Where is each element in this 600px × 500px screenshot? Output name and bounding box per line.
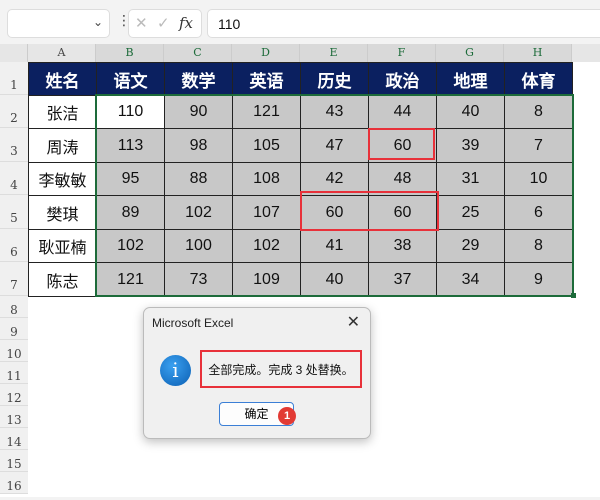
header-cell[interactable]: 英语 xyxy=(232,62,301,96)
row-header-14[interactable]: 14 xyxy=(0,428,28,450)
table-cell[interactable]: 张洁 xyxy=(28,95,97,129)
header-cell[interactable]: 语文 xyxy=(96,62,165,96)
formula-input[interactable]: 110 xyxy=(207,9,600,38)
cancel-icon[interactable]: ✕ xyxy=(135,14,148,32)
table-cell[interactable]: 41 xyxy=(300,229,369,263)
highlight-box-e5-f5 xyxy=(300,191,439,231)
table-cell[interactable]: 107 xyxy=(232,195,301,230)
table-cell[interactable]: 6 xyxy=(504,195,573,230)
table-cell[interactable]: 88 xyxy=(164,162,233,196)
dialog-message: 全部完成。完成 3 处替换。 xyxy=(200,350,362,388)
row-header-5[interactable]: 5 xyxy=(0,195,28,229)
fill-handle[interactable] xyxy=(571,293,576,298)
table-cell[interactable]: 39 xyxy=(436,128,505,163)
formula-value: 110 xyxy=(218,16,241,32)
table-cell[interactable]: 7 xyxy=(504,128,573,163)
header-cell[interactable]: 数学 xyxy=(164,62,233,96)
table-cell[interactable]: 耿亚楠 xyxy=(28,229,97,263)
header-cell[interactable]: 姓名 xyxy=(28,62,97,96)
row-header-4[interactable]: 4 xyxy=(0,162,28,195)
table-cell[interactable]: 43 xyxy=(300,95,369,129)
enter-icon[interactable]: ✓ xyxy=(157,14,170,32)
column-header-B[interactable]: B xyxy=(96,44,164,62)
row-header-13[interactable]: 13 xyxy=(0,406,28,428)
table-cell[interactable]: 98 xyxy=(164,128,233,163)
column-header-C[interactable]: C xyxy=(164,44,232,62)
table-cell[interactable]: 40 xyxy=(436,95,505,129)
step-badge: 1 xyxy=(278,407,296,425)
table-cell[interactable]: 108 xyxy=(232,162,301,196)
row-header-8[interactable]: 8 xyxy=(0,296,28,318)
table-cell[interactable]: 31 xyxy=(436,162,505,196)
row-header-12[interactable]: 12 xyxy=(0,384,28,406)
table-cell[interactable]: 34 xyxy=(436,262,505,297)
table-cell[interactable]: 100 xyxy=(164,229,233,263)
row-header-7[interactable]: 7 xyxy=(0,262,28,296)
header-cell[interactable]: 政治 xyxy=(368,62,437,96)
table-cell[interactable]: 109 xyxy=(232,262,301,297)
table-cell[interactable]: 90 xyxy=(164,95,233,129)
table-cell[interactable]: 8 xyxy=(504,95,573,129)
table-cell[interactable]: 102 xyxy=(164,195,233,230)
table-cell[interactable]: 102 xyxy=(96,229,165,263)
table-cell[interactable]: 8 xyxy=(504,229,573,263)
table-cell[interactable]: 73 xyxy=(164,262,233,297)
row-header-6[interactable]: 6 xyxy=(0,229,28,262)
table-cell[interactable]: 47 xyxy=(300,128,369,163)
table-cell[interactable]: 陈志 xyxy=(28,262,97,297)
table-cell[interactable]: 110 xyxy=(96,95,165,129)
header-cell[interactable]: 历史 xyxy=(300,62,369,96)
message-dialog: Microsoft Excel ✕ i 全部完成。完成 3 处替换。 确定 1 xyxy=(143,307,371,439)
header-cell[interactable]: 体育 xyxy=(504,62,573,96)
table-cell[interactable]: 40 xyxy=(300,262,369,297)
row-header-16[interactable]: 16 xyxy=(0,472,28,494)
close-icon[interactable]: ✕ xyxy=(347,312,360,332)
column-header-blank xyxy=(572,44,600,62)
row-header-9[interactable]: 9 xyxy=(0,318,28,340)
dialog-title: Microsoft Excel xyxy=(152,316,234,330)
highlight-box-f3 xyxy=(368,128,435,160)
row-header-2[interactable]: 2 xyxy=(0,95,28,128)
name-box[interactable]: ⌄ xyxy=(7,9,110,38)
formula-buttons: ✕ ✓ fx xyxy=(128,9,202,38)
table-cell[interactable]: 38 xyxy=(368,229,437,263)
row-header-15[interactable]: 15 xyxy=(0,450,28,472)
table-cell[interactable]: 105 xyxy=(232,128,301,163)
column-header-H[interactable]: H xyxy=(504,44,572,62)
column-header-D[interactable]: D xyxy=(232,44,300,62)
column-header-F[interactable]: F xyxy=(368,44,436,62)
column-header-E[interactable]: E xyxy=(300,44,368,62)
header-cell[interactable]: 地理 xyxy=(436,62,505,96)
table-cell[interactable]: 37 xyxy=(368,262,437,297)
table-cell[interactable]: 25 xyxy=(436,195,505,230)
table-cell[interactable]: 10 xyxy=(504,162,573,196)
table-cell[interactable]: 9 xyxy=(504,262,573,297)
select-all-button[interactable] xyxy=(0,44,28,62)
table-cell[interactable]: 102 xyxy=(232,229,301,263)
table-cell[interactable]: 44 xyxy=(368,95,437,129)
table-cell[interactable]: 29 xyxy=(436,229,505,263)
table-cell[interactable]: 李敏敏 xyxy=(28,162,97,196)
insert-function-icon[interactable]: fx xyxy=(179,14,193,32)
table-cell[interactable]: 113 xyxy=(96,128,165,163)
row-header-11[interactable]: 11 xyxy=(0,362,28,384)
info-icon: i xyxy=(160,355,191,386)
row-header-10[interactable]: 10 xyxy=(0,340,28,362)
table-cell[interactable]: 95 xyxy=(96,162,165,196)
row-header-1[interactable]: 1 xyxy=(0,62,28,95)
column-header-A[interactable]: A xyxy=(28,44,96,62)
table-cell[interactable]: 周涛 xyxy=(28,128,97,163)
table-cell[interactable]: 121 xyxy=(96,262,165,297)
row-header-3[interactable]: 3 xyxy=(0,128,28,162)
table-cell[interactable]: 樊琪 xyxy=(28,195,97,230)
column-header-G[interactable]: G xyxy=(436,44,504,62)
table-cell[interactable]: 89 xyxy=(96,195,165,230)
table-cell[interactable]: 121 xyxy=(232,95,301,129)
chevron-down-icon[interactable]: ⌄ xyxy=(93,15,103,29)
